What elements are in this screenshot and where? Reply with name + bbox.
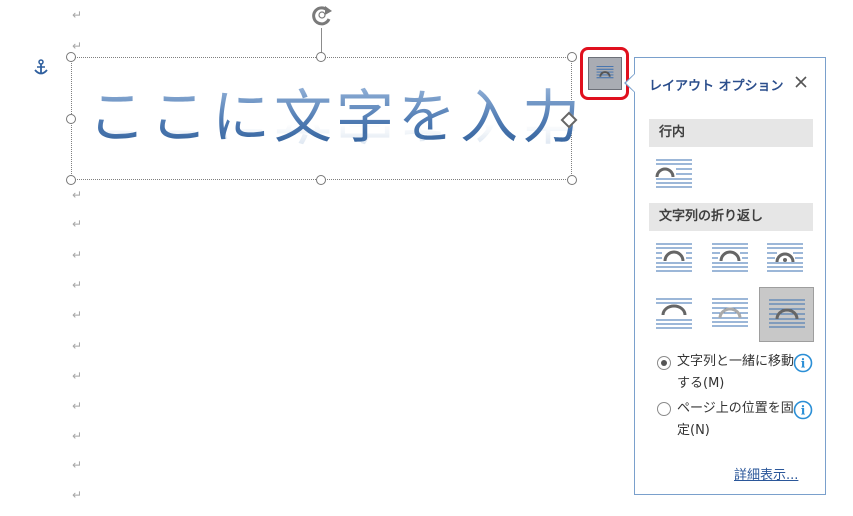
wrap-in-front-option-selected[interactable] bbox=[759, 287, 814, 342]
layout-options-button[interactable] bbox=[588, 57, 622, 90]
paragraph-mark: ↵ bbox=[72, 248, 83, 262]
resize-handle-left[interactable] bbox=[66, 114, 76, 124]
resize-handle-top-left[interactable] bbox=[66, 52, 76, 62]
paragraph-mark: ↵ bbox=[72, 39, 83, 53]
paragraph-mark: ↵ bbox=[72, 217, 83, 231]
wrap-behind-text-option[interactable] bbox=[710, 294, 750, 334]
wrap-in-front-icon bbox=[769, 299, 805, 328]
layout-options-panel: レイアウト オプション 行内 文字列の折り返し 文字列と一緒に移動する(M) i… bbox=[634, 57, 826, 495]
paragraph-mark: ↵ bbox=[72, 369, 83, 383]
resize-handle-bottom[interactable] bbox=[316, 175, 326, 185]
paragraph-mark: ↵ bbox=[72, 278, 83, 292]
info-glyph: i bbox=[801, 357, 806, 371]
info-glyph: i bbox=[801, 404, 806, 418]
paragraph-mark: ↵ bbox=[72, 458, 83, 472]
paragraph-mark: ↵ bbox=[72, 188, 83, 202]
panel-pointer-inner bbox=[626, 74, 635, 92]
resize-handle-bottom-left[interactable] bbox=[66, 175, 76, 185]
section-inline: 行内 bbox=[649, 119, 813, 147]
details-link[interactable]: 詳細表示... bbox=[734, 464, 798, 483]
wrap-through-option[interactable] bbox=[765, 239, 805, 279]
paragraph-mark: ↵ bbox=[72, 8, 83, 22]
resize-handle-bottom-right[interactable] bbox=[567, 175, 577, 185]
rotate-handle-icon[interactable] bbox=[308, 2, 336, 30]
layout-options-icon bbox=[596, 65, 614, 79]
move-with-text-label[interactable]: 文字列と一緒に移動する(M) bbox=[677, 351, 799, 395]
move-with-text-radio[interactable] bbox=[657, 356, 671, 370]
wrap-square-option[interactable] bbox=[654, 239, 694, 279]
wordart-reflection: ここに文字を入力 bbox=[88, 124, 584, 150]
close-icon[interactable] bbox=[792, 73, 810, 91]
inline-option[interactable] bbox=[654, 155, 694, 195]
paragraph-mark: ↵ bbox=[72, 488, 83, 502]
resize-handle-top[interactable] bbox=[316, 52, 326, 62]
paragraph-mark: ↵ bbox=[72, 308, 83, 322]
anchor-icon[interactable] bbox=[33, 59, 49, 77]
wrap-top-bottom-option[interactable] bbox=[654, 294, 694, 334]
section-wrap: 文字列の折り返し bbox=[649, 203, 813, 231]
paragraph-mark: ↵ bbox=[72, 429, 83, 443]
info-icon[interactable]: i bbox=[793, 353, 813, 373]
wrap-tight-option[interactable] bbox=[710, 239, 750, 279]
paragraph-mark: ↵ bbox=[72, 339, 83, 353]
fix-position-radio[interactable] bbox=[657, 402, 671, 416]
resize-handle-top-right[interactable] bbox=[567, 52, 577, 62]
fix-position-label[interactable]: ページ上の位置を固定(N) bbox=[677, 398, 799, 442]
paragraph-mark: ↵ bbox=[72, 399, 83, 413]
info-icon[interactable]: i bbox=[793, 400, 813, 420]
panel-title: レイアウト オプション bbox=[649, 79, 784, 94]
